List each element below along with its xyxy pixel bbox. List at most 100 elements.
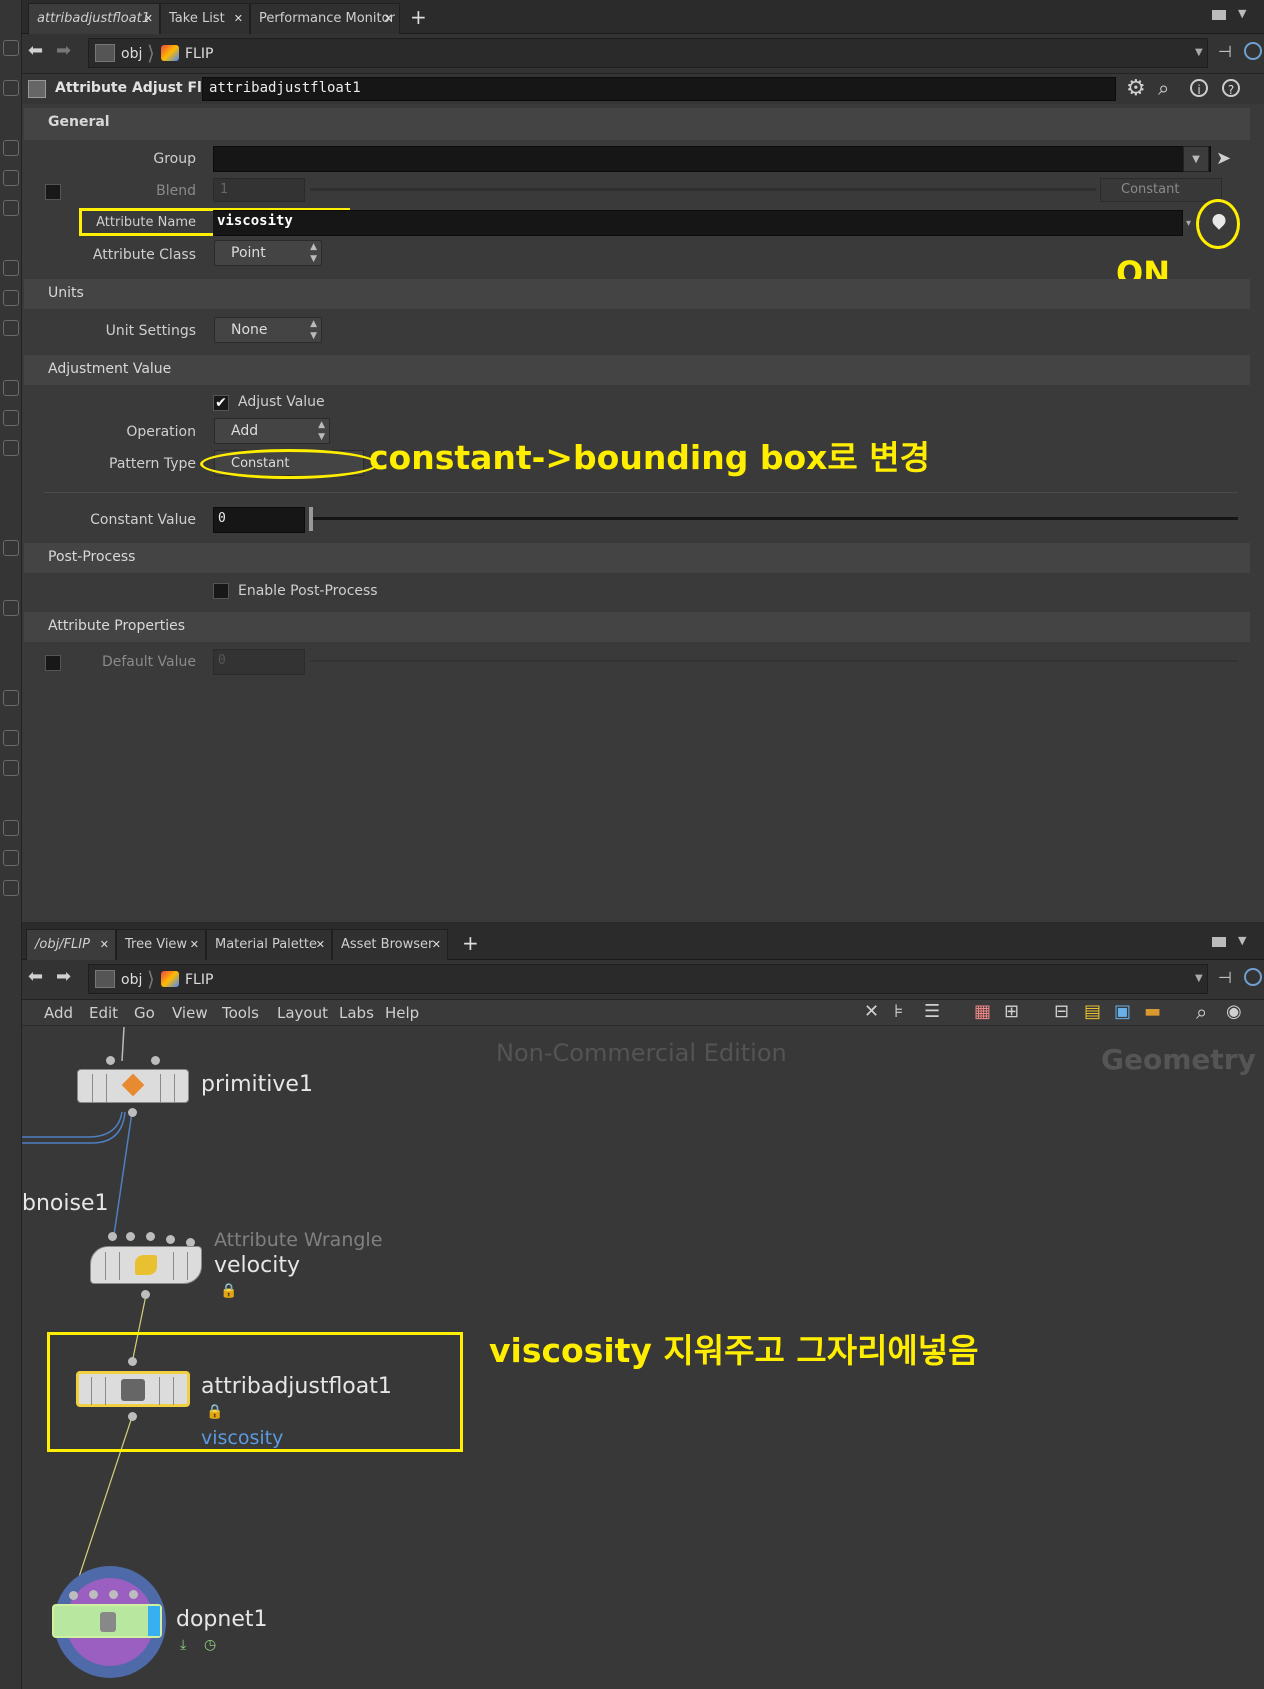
section-units[interactable]: Units [24, 279, 1250, 309]
tab-material-palette[interactable]: Material Palette ✕ [206, 929, 332, 960]
gear-icon[interactable]: ⚙ [1126, 76, 1146, 101]
input-connector[interactable] [106, 1056, 115, 1065]
menu-layout[interactable]: Layout [277, 1004, 328, 1022]
maximize-icon[interactable] [1212, 937, 1226, 947]
output-connector[interactable] [141, 1290, 150, 1299]
search-icon[interactable]: ⌕ [1158, 76, 1169, 100]
clock-icon[interactable]: ◷ [204, 1637, 216, 1653]
pane-menu-icon[interactable]: ▼ [1238, 7, 1246, 20]
menu-view[interactable]: View [172, 1004, 208, 1022]
default-value-slider[interactable] [310, 660, 1238, 662]
back-arrow-icon[interactable]: ⬅ [28, 966, 43, 987]
path-field[interactable]: obj ⟩ FLIP ▼ [88, 964, 1208, 994]
node-attribadjustfloat1[interactable] [76, 1371, 190, 1407]
close-icon[interactable]: ✕ [316, 930, 325, 960]
tab-performance-monitor[interactable]: Performance Monitor ✕ [250, 3, 400, 34]
help-icon[interactable]: ? [1222, 79, 1240, 97]
lock-icon[interactable]: 🔒 [206, 1404, 223, 1420]
tool-icon[interactable] [3, 410, 19, 426]
blend-mode-menu[interactable]: Constant [1100, 178, 1222, 202]
tool-icon[interactable] [3, 80, 19, 96]
attr-class-menu[interactable]: Point ▲ ▼ [214, 240, 322, 266]
tool-icon[interactable] [3, 690, 19, 706]
blend-slider[interactable] [310, 188, 1096, 191]
attr-name-menu-button[interactable]: ▾ [1186, 212, 1196, 236]
path-flip[interactable]: FLIP [185, 46, 213, 62]
maximize-icon[interactable] [1212, 10, 1226, 20]
network-canvas[interactable]: Non-Commercial Edition Geometry primitiv… [22, 1027, 1264, 1689]
path-flip[interactable]: FLIP [185, 972, 213, 988]
input-connector[interactable] [69, 1591, 78, 1600]
tool-icon[interactable] [3, 760, 19, 776]
network-box-icon[interactable]: ⊟ [1054, 1001, 1069, 1022]
download-icon[interactable]: ⤓ [180, 1637, 186, 1653]
add-tab-icon[interactable]: + [410, 7, 427, 27]
default-value-enable-checkbox[interactable] [45, 655, 61, 671]
close-icon[interactable]: ✕ [384, 4, 393, 34]
pin-icon[interactable]: ⊣ [1218, 968, 1232, 987]
info-icon[interactable]: i [1190, 79, 1208, 97]
tool-icon[interactable] [3, 260, 19, 276]
menu-edit[interactable]: Edit [89, 1004, 118, 1022]
tool-icon[interactable] [3, 540, 19, 556]
chevron-down-icon[interactable]: ▼ [1195, 973, 1203, 984]
tab-asset-browser[interactable]: Asset Browser ✕ [332, 929, 448, 960]
image-icon[interactable]: ▣ [1114, 1001, 1131, 1022]
node-primitive1[interactable] [77, 1069, 189, 1103]
group-field[interactable] [213, 146, 1211, 172]
chevron-down-icon[interactable]: ▼ [1195, 47, 1203, 58]
forward-arrow-icon[interactable]: ➡ [56, 966, 71, 987]
add-tab-icon[interactable]: + [462, 933, 479, 953]
node-velocity[interactable] [90, 1246, 202, 1284]
input-connector[interactable] [151, 1056, 160, 1065]
tool-icon[interactable] [3, 140, 19, 156]
input-connector[interactable] [126, 1232, 135, 1241]
input-connector[interactable] [166, 1235, 175, 1244]
node-name-field[interactable]: attribadjustfloat1 [202, 77, 1116, 101]
input-connector[interactable] [146, 1232, 155, 1241]
input-connector[interactable] [129, 1590, 138, 1599]
tool-icon[interactable] [3, 40, 19, 56]
tab-take-list[interactable]: Take List ✕ [160, 3, 250, 34]
tool-icon[interactable] [3, 320, 19, 336]
unit-settings-menu[interactable]: None ▲ ▼ [214, 317, 322, 343]
node-dopnet1[interactable] [52, 1604, 162, 1638]
menu-go[interactable]: Go [134, 1004, 155, 1022]
path-obj[interactable]: obj [121, 972, 142, 988]
tool-icon[interactable] [3, 440, 19, 456]
menu-help[interactable]: Help [385, 1004, 419, 1022]
tool-icon[interactable] [3, 200, 19, 216]
lock-icon[interactable]: 🔒 [220, 1283, 237, 1299]
input-connector[interactable] [89, 1590, 98, 1599]
pane-menu-icon[interactable]: ▼ [1238, 934, 1246, 947]
tab-tree-view[interactable]: Tree View ✕ [116, 929, 206, 960]
cursor-select-icon[interactable]: ➤ [1216, 148, 1231, 169]
input-connector[interactable] [128, 1357, 137, 1366]
tool-icon[interactable] [3, 820, 19, 836]
box-icon[interactable]: ▬ [1144, 1001, 1161, 1022]
operation-menu[interactable]: Add ▲ ▼ [214, 418, 330, 444]
grid-icon[interactable]: ▦ [974, 1001, 991, 1022]
tool-icon[interactable] [3, 380, 19, 396]
output-connector[interactable] [128, 1412, 137, 1421]
back-arrow-icon[interactable]: ⬅ [28, 40, 43, 61]
attr-name-field[interactable]: viscosity [213, 210, 1183, 236]
constant-value-field[interactable]: 0 [213, 507, 305, 533]
close-icon[interactable]: ✕ [144, 4, 153, 34]
tool-icon[interactable] [3, 600, 19, 616]
tree-icon[interactable]: ⊧ [894, 1001, 903, 1022]
path-obj[interactable]: obj [121, 46, 142, 62]
pin-icon[interactable]: ⊣ [1218, 42, 1232, 61]
tab-attribadjustfloat1[interactable]: attribadjustfloat1 ✕ [28, 3, 160, 34]
layout-icon[interactable]: ⊞ [1004, 1001, 1019, 1022]
slider-handle[interactable] [309, 507, 313, 531]
tool-icon[interactable] [3, 880, 19, 896]
path-field[interactable]: obj ⟩ FLIP ▼ [88, 38, 1208, 68]
blend-enable-checkbox[interactable] [45, 184, 61, 200]
input-connector[interactable] [109, 1590, 118, 1599]
eye-icon[interactable]: ◉ [1226, 1001, 1242, 1022]
tool-icon[interactable] [3, 290, 19, 306]
link-icon[interactable] [1244, 42, 1262, 60]
enable-post-process-checkbox[interactable] [213, 583, 229, 599]
list-icon[interactable]: ☰ [924, 1001, 940, 1022]
